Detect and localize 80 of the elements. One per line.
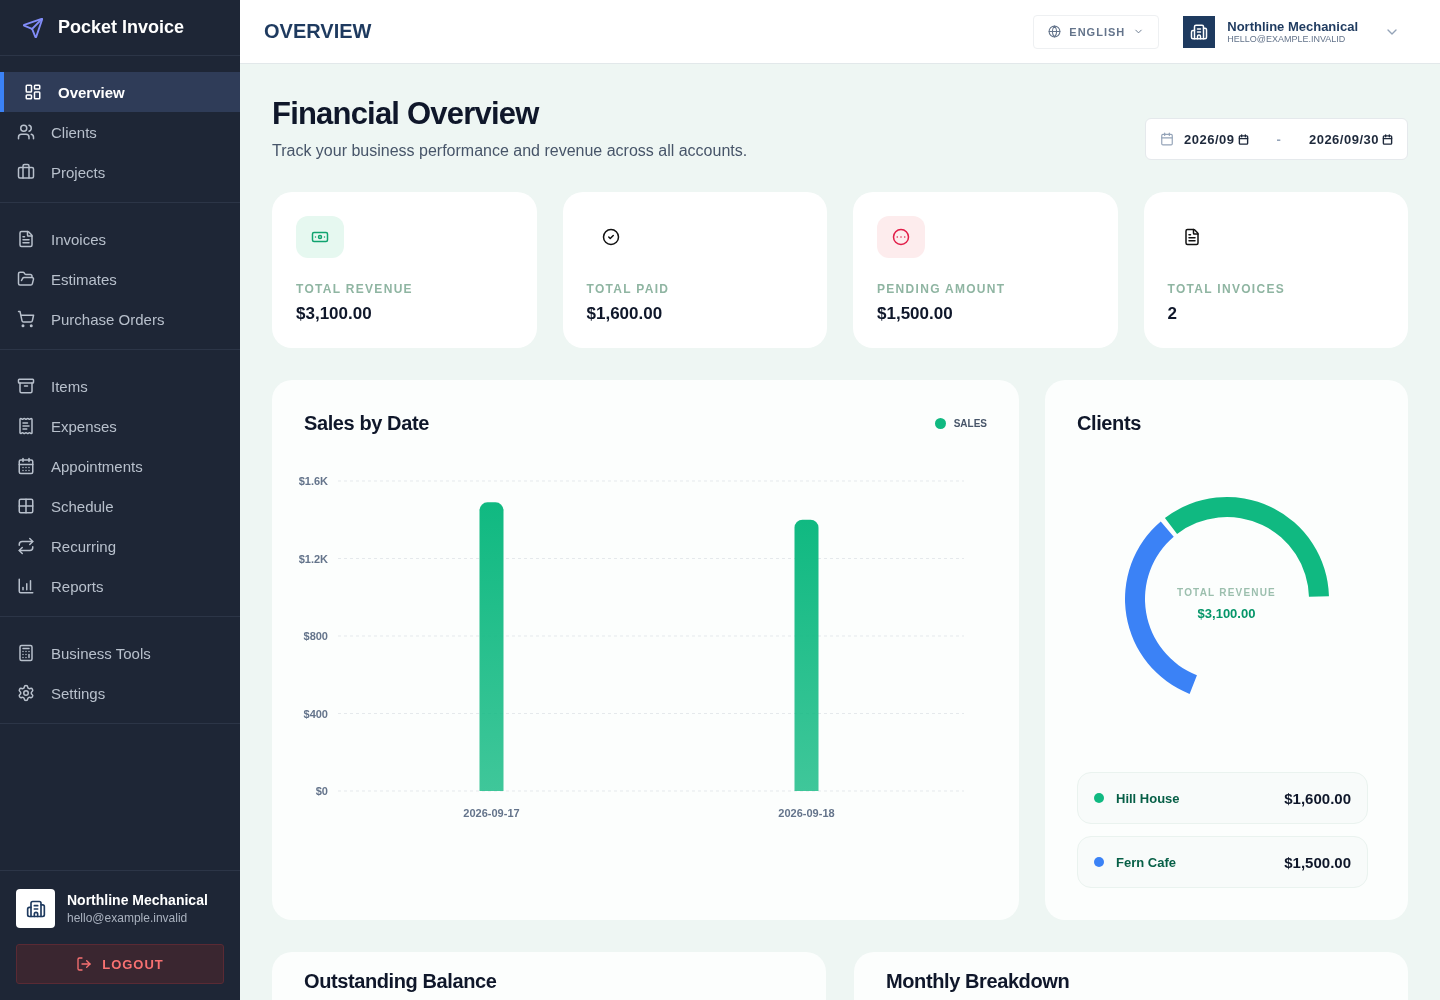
building-icon: [1190, 22, 1209, 41]
archive-icon: [17, 377, 35, 395]
account-email: HELLO@EXAMPLE.INVALID: [1227, 34, 1346, 44]
stat-label: TOTAL PAID: [586, 282, 671, 296]
globe-icon: [1048, 25, 1062, 38]
document-icon: [1182, 228, 1201, 246]
client-amount: $1,500.00: [1284, 853, 1351, 871]
legend-dot: [934, 418, 946, 429]
nav-item[interactable]: Recurring: [0, 526, 240, 566]
axis-tick-label: $1.6K: [298, 475, 328, 487]
axis-tick-label: $1.2K: [298, 552, 328, 565]
start-date-field[interactable]: 2026/09: [1184, 131, 1249, 147]
nav-item[interactable]: Estimates: [0, 259, 240, 299]
document-icon: [17, 230, 35, 248]
nav-item[interactable]: Reports: [0, 566, 240, 606]
dashboard-icon: [24, 83, 42, 101]
client-name: Fern Cafe: [1116, 854, 1176, 870]
account-name: Northline Mechanical: [67, 892, 208, 908]
nav-item[interactable]: Invoices: [0, 219, 240, 259]
stat-value: $1,600.00: [586, 304, 664, 324]
page-subtitle: Track your business performance and revenue across all accounts.: [272, 142, 748, 160]
cart-icon: [17, 310, 35, 328]
end-date-field[interactable]: 2026/09/30: [1308, 131, 1393, 147]
stat-value: $1,500.00: [877, 304, 954, 324]
stat-label: PENDING AMOUNT: [877, 282, 1007, 296]
nav-item[interactable]: Schedule: [0, 486, 240, 526]
check-circle-icon: [601, 228, 620, 246]
stat-value: $3,100.00: [296, 304, 373, 324]
nav-item[interactable]: Items: [0, 366, 240, 406]
logout-icon: [76, 956, 93, 972]
briefcase-icon: [17, 163, 35, 181]
calendar-icon: [1160, 132, 1175, 146]
legend-label: SALES: [953, 418, 987, 429]
repeat-icon: [17, 537, 35, 555]
axis-tick-label: $400: [303, 707, 328, 720]
users-icon: [17, 123, 35, 141]
account-name: Northline Mechanical: [1227, 19, 1358, 34]
bar-chart-icon: [17, 577, 35, 595]
stat-label: TOTAL REVENUE: [296, 282, 414, 296]
logout-button[interactable]: LOGOUT: [16, 944, 224, 984]
axis-category-label: 2026-09-18: [778, 807, 835, 819]
building-icon: [25, 898, 46, 919]
folder-icon: [17, 270, 35, 288]
donut-center-value: $3,100.00: [1197, 606, 1256, 621]
card-title: Clients: [1077, 412, 1142, 435]
card-title: Monthly Breakdown: [886, 970, 1071, 993]
card-title: Sales by Date: [304, 412, 429, 435]
axis-tick-label: $0: [315, 785, 328, 797]
account-menu[interactable]: Northline Mechanical HELLO@EXAMPLE.INVALID: [1183, 15, 1400, 48]
page-title: Financial Overview: [272, 96, 541, 132]
donut-center-label: TOTAL REVENUE: [1177, 587, 1276, 598]
nav-item[interactable]: Purchase Orders: [0, 299, 240, 339]
header-title: OVERVIEW: [264, 20, 372, 43]
ellipsis-circle-icon: [892, 228, 910, 246]
axis-category-label: 2026-09-17: [463, 807, 520, 819]
calendar-icon[interactable]: [1382, 133, 1393, 145]
grid-icon: [17, 497, 35, 515]
calendar-icon: [17, 457, 35, 475]
nav-item[interactable]: Overview: [0, 72, 240, 112]
nav-item[interactable]: Business Tools: [0, 633, 240, 673]
language-selector[interactable]: ENGLISH: [1033, 14, 1160, 49]
settings-icon: [17, 684, 35, 702]
card-title: Outstanding Balance: [304, 970, 498, 993]
brand-name: Pocket Invoice: [58, 17, 185, 38]
date-separator: -: [1276, 131, 1281, 147]
stat-value: 2: [1167, 304, 1178, 324]
nav-item[interactable]: Appointments: [0, 446, 240, 486]
client-amount: $1,600.00: [1284, 789, 1351, 807]
calendar-icon[interactable]: [1237, 133, 1249, 145]
stat-label: TOTAL INVOICES: [1167, 282, 1287, 296]
account-email: hello@example.invalid: [67, 911, 189, 925]
nav-item[interactable]: Clients: [0, 112, 240, 152]
nav-item[interactable]: Settings: [0, 673, 240, 713]
receipt-icon: [17, 417, 35, 435]
nav-item[interactable]: Expenses: [0, 406, 240, 446]
client-name: Hill House: [1116, 790, 1180, 806]
nav-item[interactable]: Projects: [0, 152, 240, 192]
calculator-icon: [17, 644, 35, 662]
paper-plane-logo-icon: [22, 16, 44, 39]
axis-tick-label: $800: [303, 630, 328, 642]
